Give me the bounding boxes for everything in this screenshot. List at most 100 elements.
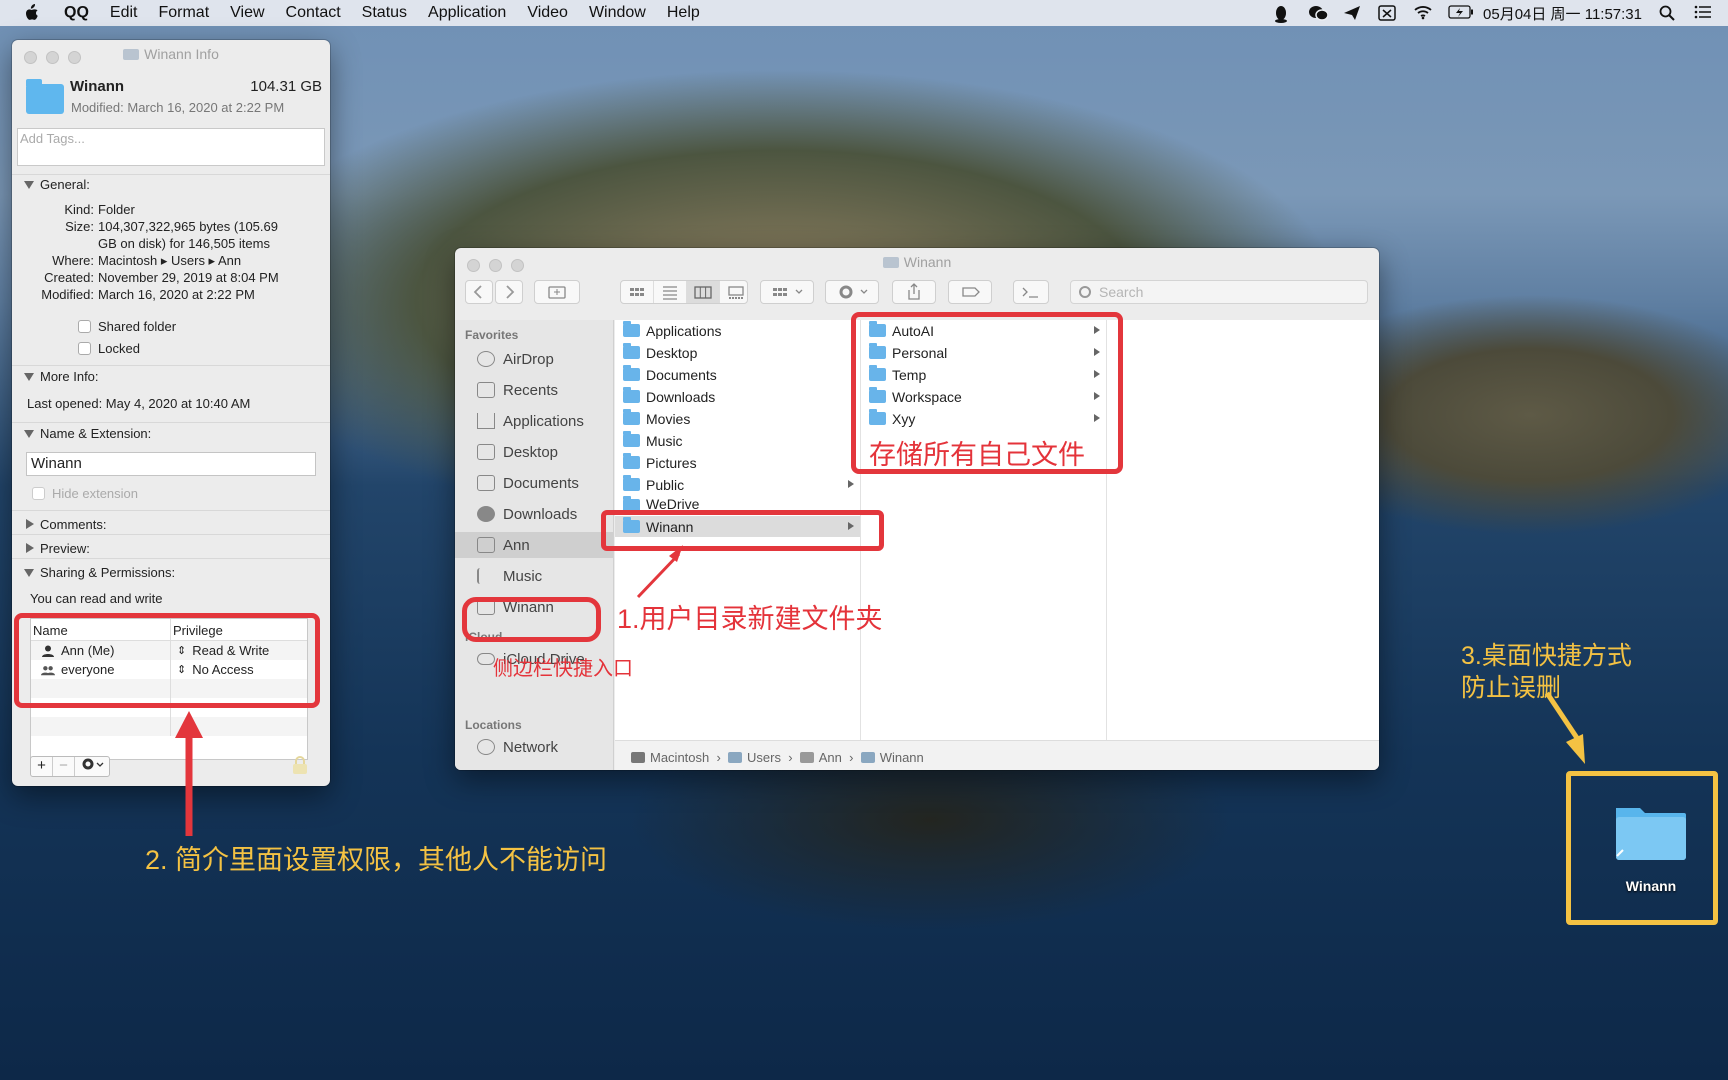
list-item[interactable]: Pictures — [615, 452, 860, 473]
menu-edit[interactable]: Edit — [110, 4, 138, 22]
sidebar-item-recents[interactable]: Recents — [455, 377, 613, 403]
section-name-extension[interactable]: Name & Extension: — [12, 426, 330, 441]
menu-app-qq[interactable]: QQ — [64, 4, 89, 22]
home-icon — [477, 537, 495, 553]
section-general[interactable]: General: — [12, 177, 330, 192]
wechat-status-icon[interactable] — [1308, 5, 1329, 21]
sidebar-header-locations: Locations — [465, 718, 522, 732]
sidebar-item-music[interactable]: Music — [455, 563, 613, 589]
list-item[interactable]: Downloads — [615, 386, 860, 407]
sidebar-item-ann[interactable]: Ann — [455, 532, 613, 558]
menu-format[interactable]: Format — [158, 4, 209, 22]
spotlight-search-icon[interactable] — [1659, 5, 1677, 21]
sidebar-item-network[interactable]: Network — [455, 734, 613, 760]
action-button[interactable] — [825, 280, 879, 304]
search-field[interactable]: Search — [1070, 280, 1368, 304]
disclosure-open-icon — [24, 569, 34, 577]
annotation-box-permissions — [14, 613, 320, 708]
lock-icon[interactable] — [292, 756, 308, 775]
wifi-icon[interactable] — [1413, 5, 1432, 21]
gallery-view-button[interactable] — [720, 281, 752, 303]
chevron-left-icon — [473, 285, 482, 299]
shared-folder-checkbox[interactable]: Shared folder — [78, 319, 176, 334]
section-more-info[interactable]: More Info: — [12, 369, 330, 384]
sidebar-item-airdrop[interactable]: AirDrop — [455, 346, 613, 372]
annotation-step-3-sub: 防止误删 — [1461, 674, 1562, 702]
list-item[interactable]: WeDrive — [615, 496, 860, 510]
hide-extension-checkbox[interactable]: Hide extension — [32, 486, 138, 501]
sidebar-item-desktop[interactable]: Desktop — [455, 439, 613, 465]
add-user-button[interactable]: + — [31, 757, 53, 776]
list-view-button[interactable] — [654, 281, 687, 303]
new-folder-button[interactable] — [534, 280, 580, 304]
battery-icon[interactable] — [1448, 5, 1474, 21]
menu-help[interactable]: Help — [667, 4, 700, 22]
forward-button[interactable] — [495, 280, 523, 304]
folder-icon — [123, 49, 140, 60]
menu-video[interactable]: Video — [527, 4, 568, 22]
name-field[interactable]: Winann — [26, 452, 316, 476]
item-size: 104.31 GB — [250, 78, 322, 95]
applications-icon — [477, 413, 495, 429]
apple-menu-icon[interactable] — [24, 4, 40, 22]
folder-icon — [882, 257, 899, 268]
icon-view-button[interactable] — [621, 281, 654, 303]
path-item-winann[interactable]: Winann — [860, 750, 924, 765]
info-where: Where: Macintosh ▸ Users ▸ Ann — [52, 253, 242, 268]
tags-button[interactable] — [948, 280, 992, 304]
new-folder-icon — [548, 286, 566, 299]
list-item[interactable]: Applications — [615, 320, 860, 341]
section-sharing[interactable]: Sharing & Permissions: — [12, 565, 330, 580]
sidebar-item-documents[interactable]: Documents — [455, 470, 613, 496]
folder-icon — [623, 409, 640, 425]
menu-window[interactable]: Window — [589, 4, 646, 22]
folder-icon — [623, 453, 640, 469]
annotation-box-winann-folder — [601, 510, 884, 551]
menu-application[interactable]: Application — [428, 4, 506, 22]
sidebar-item-applications[interactable]: Applications — [455, 408, 613, 434]
terminal-button[interactable] — [1013, 280, 1049, 304]
annotation-step-1: 1.用户目录新建文件夹 — [617, 604, 883, 634]
input-method-icon[interactable] — [1378, 5, 1396, 21]
list-item[interactable]: Documents — [615, 364, 860, 385]
permissions-buttons: + − — [30, 756, 110, 777]
send-status-icon[interactable] — [1343, 5, 1361, 21]
gear-menu-button[interactable] — [75, 757, 109, 776]
chevron-right-icon — [506, 285, 515, 299]
tag-icon — [962, 287, 980, 297]
path-item-ann[interactable]: Ann — [799, 750, 842, 765]
annotation-box-desktop-icon — [1566, 771, 1718, 925]
list-item[interactable]: Public — [615, 474, 860, 495]
menu-contact[interactable]: Contact — [286, 4, 341, 22]
menu-status[interactable]: Status — [362, 4, 407, 22]
toolbar: Search — [455, 276, 1379, 312]
section-comments[interactable]: Comments: — [12, 517, 330, 532]
list-item[interactable]: Desktop — [615, 342, 860, 363]
path-item-macintosh[interactable]: Macintosh — [631, 750, 709, 765]
tags-field[interactable]: Add Tags... — [17, 128, 325, 166]
list-item[interactable]: Music — [615, 430, 860, 451]
disclosure-open-icon — [24, 181, 34, 189]
column-view-button[interactable] — [687, 281, 720, 303]
folder-icon-large — [26, 79, 64, 114]
menu-view[interactable]: View — [230, 4, 264, 22]
sidebar-item-downloads[interactable]: Downloads — [455, 501, 613, 527]
menubar-clock[interactable]: 05月04日 周一 11:57:31 — [1483, 3, 1642, 24]
menu-bar: QQ Edit Format View Contact Status Appli… — [0, 0, 1728, 26]
locked-checkbox[interactable]: Locked — [78, 341, 140, 356]
section-preview[interactable]: Preview: — [12, 541, 330, 556]
remove-user-button[interactable]: − — [53, 757, 75, 776]
chevron-right-icon — [848, 480, 854, 488]
list-item[interactable]: Movies — [615, 408, 860, 429]
folder-icon — [623, 365, 640, 381]
back-button[interactable] — [465, 280, 493, 304]
share-button[interactable] — [892, 280, 936, 304]
notification-center-icon[interactable] — [1694, 5, 1712, 21]
info-modified: Modified: March 16, 2020 at 2:22 PM — [41, 287, 255, 302]
path-item-users[interactable]: Users — [728, 750, 781, 765]
folder-icon — [623, 496, 640, 510]
annotation-step-2: 2. 简介里面设置权限，其他人不能访问 — [145, 845, 608, 875]
group-button[interactable] — [760, 280, 814, 304]
home-icon — [799, 752, 814, 763]
qq-status-icon[interactable] — [1273, 5, 1291, 23]
